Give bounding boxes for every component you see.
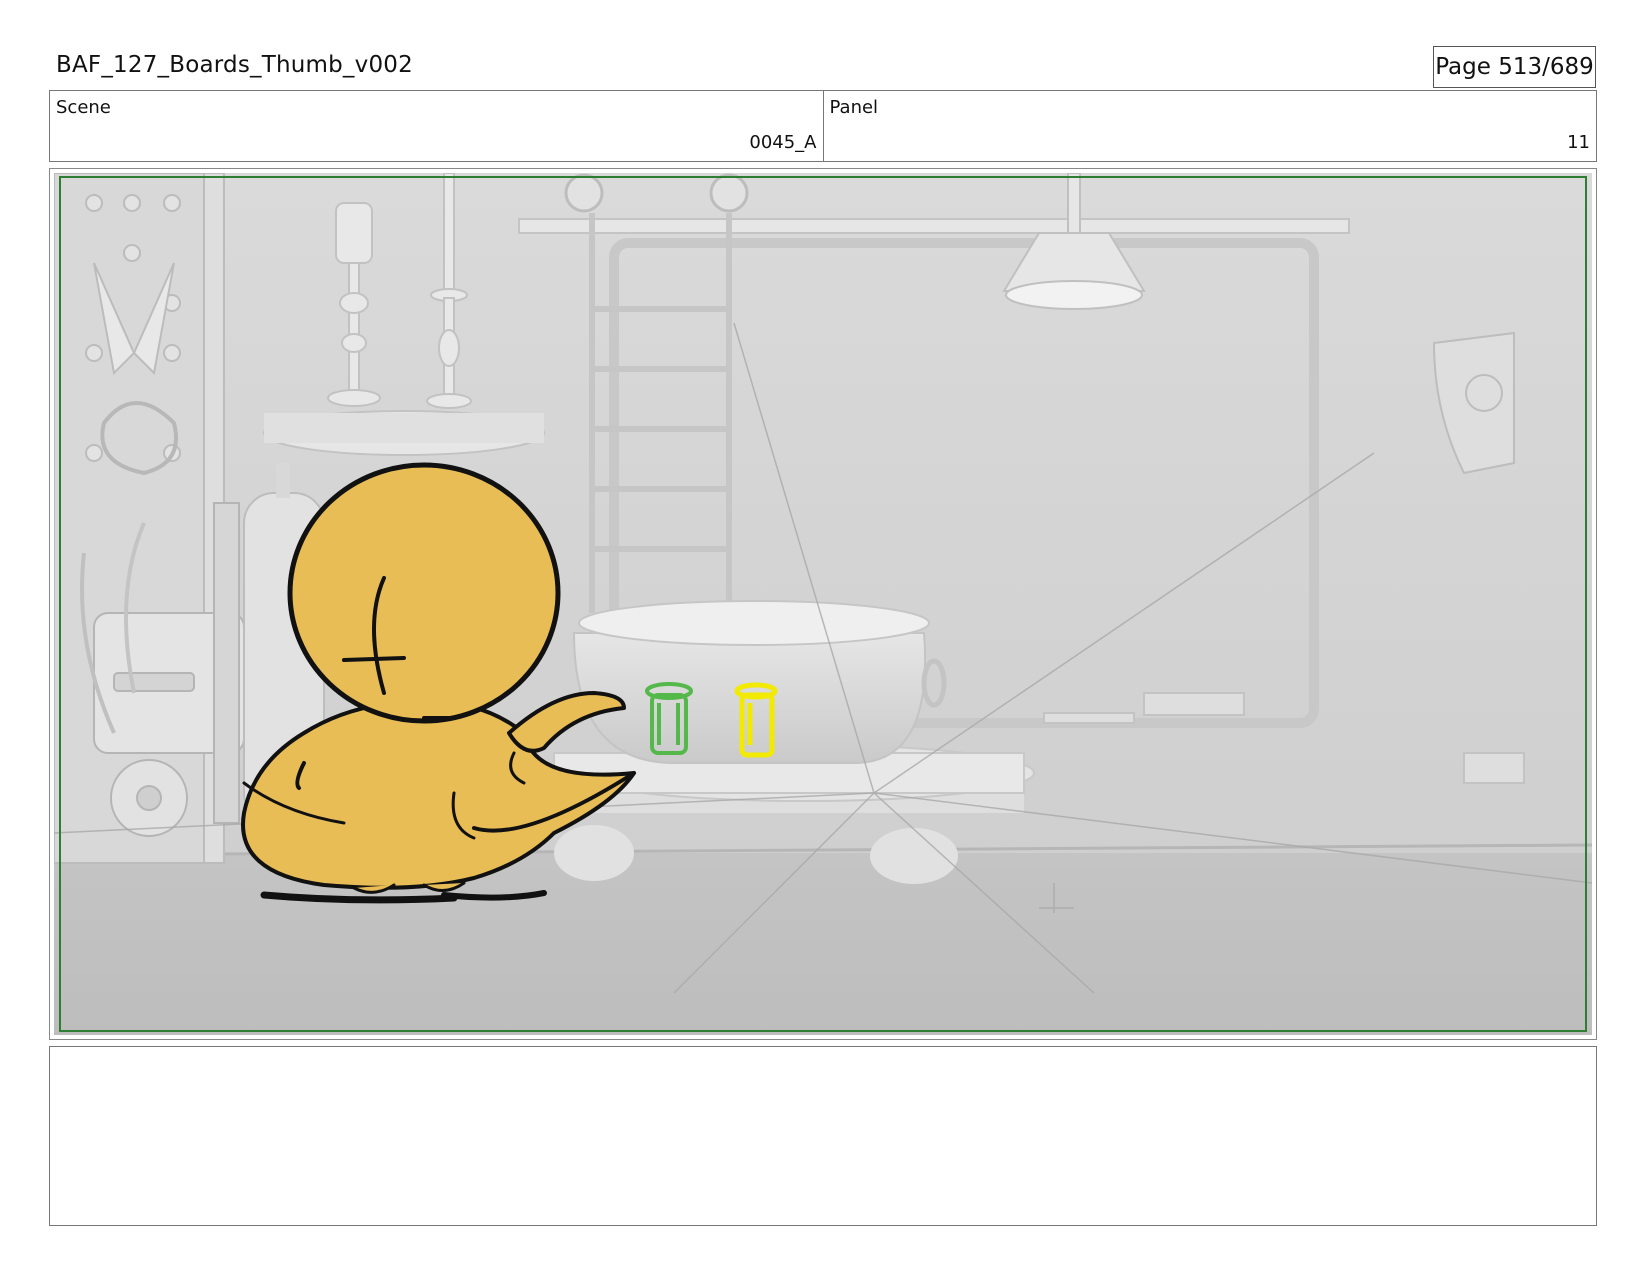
panel-value: 11 <box>1567 132 1590 153</box>
panel-label: Panel <box>829 97 879 118</box>
floor <box>54 853 1592 1035</box>
notes-box[interactable] <box>49 1046 1597 1226</box>
scene-panel-info-table: Scene 0045_A Panel 11 <box>49 90 1597 162</box>
panel-cell: Panel 11 <box>822 91 1597 161</box>
storyboard-panel <box>49 168 1597 1040</box>
scene-label: Scene <box>56 97 111 118</box>
page-number-box: Page 513/689 <box>1433 46 1596 88</box>
storyboard-panel-image <box>54 173 1592 1035</box>
document-title: BAF_127_Boards_Thumb_v002 <box>56 52 413 78</box>
left-machine-panel <box>54 173 225 864</box>
scene-value: 0045_A <box>749 132 817 153</box>
scene-cell: Scene 0045_A <box>50 91 823 161</box>
